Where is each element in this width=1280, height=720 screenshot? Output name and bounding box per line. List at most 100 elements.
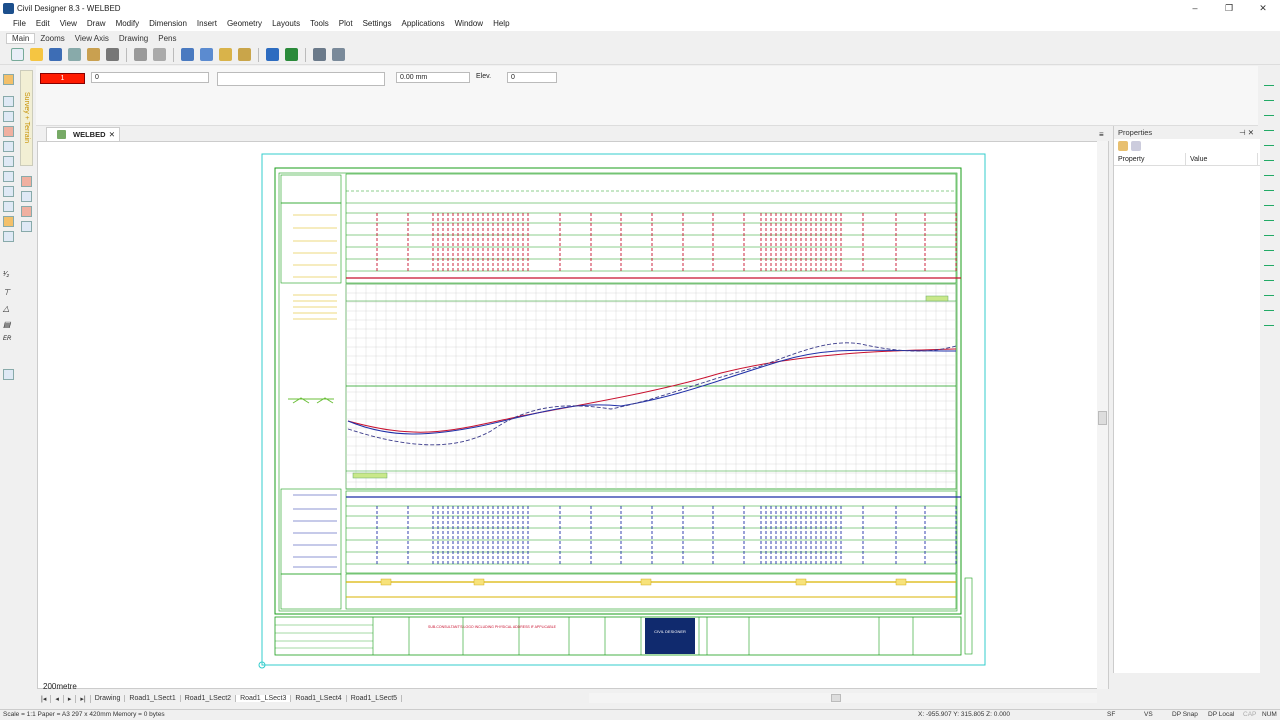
print-icon[interactable] xyxy=(106,48,119,61)
status-dp-local[interactable]: DP Local xyxy=(1208,711,1234,718)
close-tab-icon[interactable]: ✕ xyxy=(109,128,115,141)
er-tool-icon[interactable]: ER xyxy=(3,336,14,347)
sheet-tab-lsect3[interactable]: Road1_LSect3 xyxy=(236,695,292,702)
nav-next-icon[interactable]: ▸ xyxy=(64,694,77,703)
layer-select[interactable]: 0 xyxy=(91,72,209,83)
paste-icon[interactable] xyxy=(219,48,232,61)
menu-tools[interactable]: Tools xyxy=(305,19,334,28)
nav-prev-icon[interactable]: ◂ xyxy=(51,694,64,703)
tool-icon[interactable] xyxy=(1264,181,1274,191)
maximize-icon[interactable]: ❐ xyxy=(1212,0,1246,16)
new-file-icon[interactable] xyxy=(11,48,24,61)
tool-icon[interactable] xyxy=(21,176,32,187)
tool-icon[interactable] xyxy=(1264,136,1274,146)
sheet-tab-lsect2[interactable]: Road1_LSect2 xyxy=(181,695,237,702)
menu-applications[interactable]: Applications xyxy=(396,19,449,28)
save-all-icon[interactable] xyxy=(68,48,81,61)
tool-icon[interactable] xyxy=(1264,166,1274,176)
tool-icon[interactable] xyxy=(1264,151,1274,161)
tool-icon[interactable] xyxy=(3,126,14,137)
menu-geometry[interactable]: Geometry xyxy=(222,19,267,28)
tab-zooms[interactable]: Zooms xyxy=(35,34,69,43)
layer-manager-icon[interactable] xyxy=(332,48,345,61)
elev-input[interactable]: 0 xyxy=(507,72,557,83)
tool-icon[interactable] xyxy=(3,369,14,380)
menu-layouts[interactable]: Layouts xyxy=(267,19,305,28)
line-tool-icon[interactable]: ⊤ xyxy=(3,288,14,299)
menu-window[interactable]: Window xyxy=(450,19,488,28)
status-num[interactable]: NUM xyxy=(1262,711,1277,718)
triangle-tool-icon[interactable]: △ xyxy=(3,304,14,315)
tool-icon[interactable] xyxy=(3,201,14,212)
tool-icon[interactable] xyxy=(1264,121,1274,131)
tool-icon[interactable] xyxy=(1264,301,1274,311)
tool-icon[interactable] xyxy=(3,74,14,85)
menu-modify[interactable]: Modify xyxy=(111,19,145,28)
undo-icon[interactable] xyxy=(266,48,279,61)
tool-icon[interactable] xyxy=(3,231,14,242)
color-selector[interactable]: 1 xyxy=(40,73,85,84)
menu-edit[interactable]: Edit xyxy=(31,19,55,28)
cut-icon[interactable] xyxy=(181,48,194,61)
tab-main[interactable]: Main xyxy=(6,32,36,44)
sheet-tab-lsect5[interactable]: Road1_LSect5 xyxy=(347,695,403,702)
tool-icon[interactable] xyxy=(1264,286,1274,296)
text-tool-icon[interactable]: ¹⁄₂ xyxy=(3,271,14,282)
tab-drawing[interactable]: Drawing xyxy=(114,34,153,43)
tab-pens[interactable]: Pens xyxy=(153,34,181,43)
snap-icon[interactable] xyxy=(153,48,166,61)
redo-icon[interactable] xyxy=(285,48,298,61)
tool-icon[interactable] xyxy=(1264,211,1274,221)
scroll-thumb[interactable] xyxy=(1098,411,1107,425)
tool-icon[interactable] xyxy=(1264,256,1274,266)
tool-icon[interactable] xyxy=(3,96,14,107)
tool-icon[interactable] xyxy=(3,186,14,197)
tool-icon[interactable] xyxy=(1264,106,1274,116)
tool-icon[interactable] xyxy=(21,221,32,232)
tool-icon[interactable] xyxy=(1264,271,1274,281)
scroll-thumb[interactable] xyxy=(831,694,841,702)
tool-icon[interactable] xyxy=(3,156,14,167)
status-cap[interactable]: CAP xyxy=(1243,711,1256,718)
drawing-canvas[interactable]: CIVIL DESIGNER SUB-CONSULTANT'S LOGO INC… xyxy=(37,141,1109,689)
linetype-select[interactable] xyxy=(217,72,385,86)
nav-first-icon[interactable]: |◂ xyxy=(37,694,52,703)
menu-view[interactable]: View xyxy=(55,19,82,28)
properties-icon[interactable] xyxy=(134,48,147,61)
menu-dimension[interactable]: Dimension xyxy=(144,19,192,28)
tool-icon[interactable] xyxy=(1264,91,1274,101)
hatch-tool-icon[interactable]: ▤ xyxy=(3,320,14,331)
nav-last-icon[interactable]: ▸| xyxy=(76,694,91,703)
alphabetical-icon[interactable] xyxy=(1131,141,1141,151)
tool-icon[interactable] xyxy=(1264,76,1274,86)
tab-list-icon[interactable]: ≡ xyxy=(1099,130,1104,139)
save-icon[interactable] xyxy=(49,48,62,61)
horizontal-scrollbar[interactable] xyxy=(585,693,1097,703)
status-sf[interactable]: SF xyxy=(1107,711,1115,718)
open-folder-icon[interactable] xyxy=(30,48,43,61)
menu-insert[interactable]: Insert xyxy=(192,19,222,28)
status-dp-snap[interactable]: DP Snap xyxy=(1172,711,1198,718)
tool-icon[interactable] xyxy=(21,206,32,217)
tool-icon[interactable] xyxy=(1264,196,1274,206)
tool-icon[interactable] xyxy=(3,171,14,182)
layers-icon[interactable] xyxy=(313,48,326,61)
menu-settings[interactable]: Settings xyxy=(358,19,397,28)
tool-icon[interactable] xyxy=(3,141,14,152)
tab-view-axis[interactable]: View Axis xyxy=(70,34,114,43)
copy-icon[interactable] xyxy=(200,48,213,61)
close-icon[interactable]: ✕ xyxy=(1246,0,1280,16)
status-vs[interactable]: VS xyxy=(1144,711,1153,718)
tool-icon[interactable] xyxy=(3,216,14,227)
minimize-icon[interactable]: – xyxy=(1178,0,1212,16)
line-width-select[interactable]: 0.00 mm xyxy=(396,72,470,83)
plot-icon[interactable] xyxy=(87,48,100,61)
sheet-tab-drawing[interactable]: Drawing xyxy=(91,695,126,702)
tool-icon[interactable] xyxy=(1264,316,1274,326)
menu-help[interactable]: Help xyxy=(488,19,514,28)
document-tab[interactable]: WELBED ✕ xyxy=(46,127,120,141)
menu-file[interactable]: File xyxy=(8,19,31,28)
sheet-tab-lsect1[interactable]: Road1_LSect1 xyxy=(125,695,181,702)
menu-plot[interactable]: Plot xyxy=(334,19,358,28)
menu-draw[interactable]: Draw xyxy=(82,19,111,28)
